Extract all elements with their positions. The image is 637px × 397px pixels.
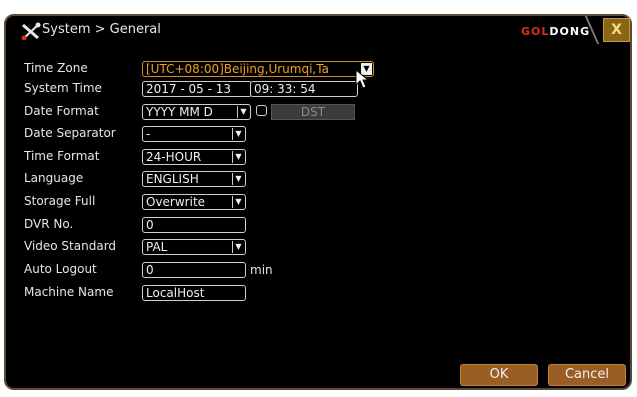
dst-button[interactable]: DST bbox=[271, 104, 355, 120]
machine-name-label: Machine Name bbox=[24, 285, 114, 299]
chevron-down-icon: ▼ bbox=[237, 106, 249, 118]
chevron-down-icon: ▼ bbox=[232, 173, 244, 185]
date-format-select[interactable]: YYYY MM D ▼ bbox=[142, 104, 251, 120]
time-zone-value: [UTC+08:00]Beijing,Urumqi,Ta bbox=[146, 62, 329, 76]
tools-icon bbox=[21, 22, 41, 40]
chevron-down-icon: ▼ bbox=[232, 196, 244, 208]
language-value: ENGLISH bbox=[146, 172, 199, 186]
video-standard-label: Video Standard bbox=[24, 239, 117, 253]
dvr-no-input[interactable]: 0 bbox=[142, 217, 246, 233]
chevron-down-icon: ▼ bbox=[232, 241, 244, 253]
time-format-select[interactable]: 24-HOUR ▼ bbox=[142, 149, 246, 165]
date-format-value: YYYY MM D bbox=[146, 105, 213, 119]
dvr-no-label: DVR No. bbox=[24, 217, 74, 231]
language-select[interactable]: ENGLISH ▼ bbox=[142, 171, 246, 187]
time-zone-select[interactable]: [UTC+08:00]Beijing,Urumqi,Ta ▼ bbox=[142, 61, 374, 77]
language-label: Language bbox=[24, 171, 84, 185]
brand-logo: GOLDONG bbox=[521, 25, 591, 38]
date-separator-value: - bbox=[146, 127, 151, 141]
date-format-label: Date Format bbox=[24, 104, 99, 118]
close-button[interactable]: X bbox=[603, 18, 630, 42]
system-time-label: System Time bbox=[24, 81, 102, 95]
storage-full-label: Storage Full bbox=[24, 194, 96, 208]
chevron-down-icon: ▼ bbox=[232, 128, 244, 140]
storage-full-value: Overwrite bbox=[146, 195, 206, 209]
video-standard-select[interactable]: PAL ▼ bbox=[142, 239, 246, 255]
cancel-button[interactable]: Cancel bbox=[548, 364, 626, 386]
date-separator-select[interactable]: - ▼ bbox=[142, 126, 246, 142]
dst-checkbox[interactable] bbox=[256, 105, 267, 116]
chevron-down-icon: ▼ bbox=[232, 151, 244, 163]
settings-window: System > General GOLDONG X Time Zone [UT… bbox=[4, 14, 632, 390]
auto-logout-unit: min bbox=[250, 263, 273, 277]
video-standard-value: PAL bbox=[146, 240, 168, 254]
time-format-label: Time Format bbox=[24, 149, 100, 163]
title-bar: System > General GOLDONG X bbox=[6, 16, 630, 50]
machine-name-input[interactable]: LocalHost bbox=[142, 285, 246, 301]
date-separator-label: Date Separator bbox=[24, 126, 116, 140]
window-title: System > General bbox=[42, 22, 161, 37]
mouse-cursor-icon bbox=[355, 69, 369, 89]
time-format-value: 24-HOUR bbox=[146, 150, 202, 164]
time-zone-label: Time Zone bbox=[24, 61, 88, 75]
ok-button[interactable]: OK bbox=[460, 364, 538, 386]
system-date-input[interactable]: 2017 - 05 - 13 bbox=[142, 81, 252, 97]
auto-logout-label: Auto Logout bbox=[24, 262, 97, 276]
storage-full-select[interactable]: Overwrite ▼ bbox=[142, 194, 246, 210]
auto-logout-input[interactable]: 0 bbox=[142, 262, 246, 278]
close-icon: X bbox=[611, 22, 622, 38]
system-time-input[interactable]: 09: 33: 54 bbox=[250, 81, 358, 97]
